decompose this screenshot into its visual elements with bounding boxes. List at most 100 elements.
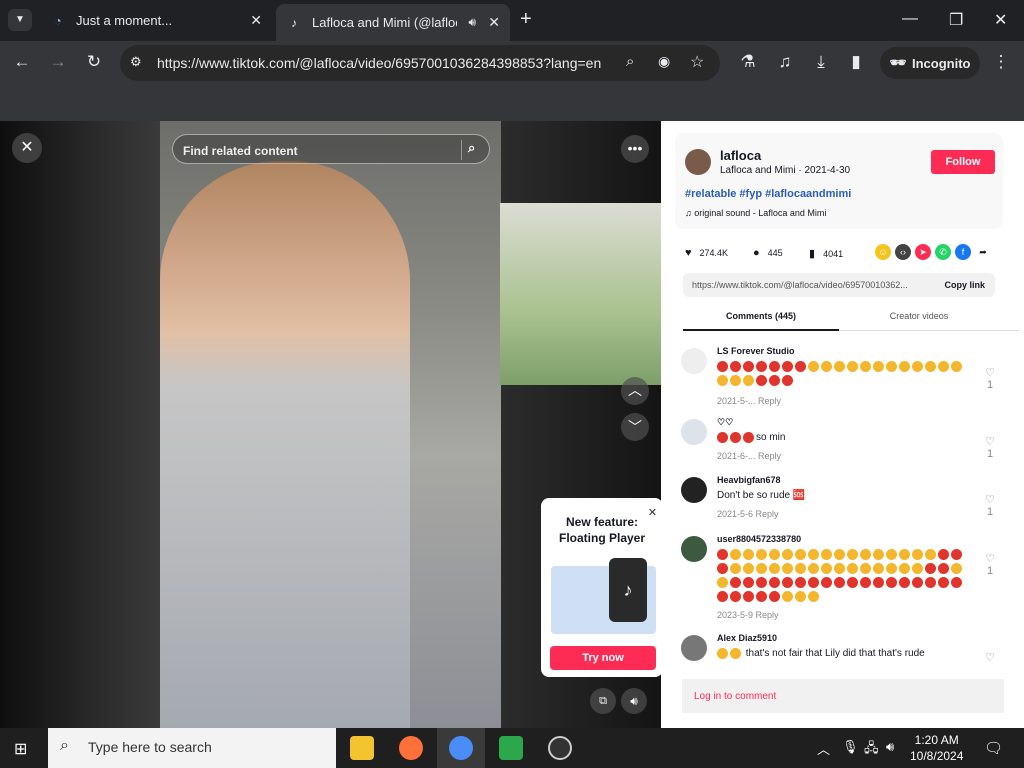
comment-like-button[interactable]: ♡ (985, 651, 995, 663)
author-card: lafloca Lafloca and Mimi · 2021-4-30 Fol… (675, 133, 1003, 229)
heart-icon: ♡ (985, 436, 995, 448)
windows-taskbar: ⊞ ⌕ Type here to search ︿ 🎙︎ 🖧 🔊︎ 1:20 A… (0, 728, 1024, 768)
tab-title: Just a moment... (76, 13, 173, 28)
comment-meta[interactable]: 2021-6-... Reply (717, 451, 781, 461)
labs-icon[interactable]: ⚗ (737, 52, 759, 72)
sound-link[interactable]: ♫ original sound - Lafloca and Mimi (685, 208, 826, 218)
post-details-panel: lafloca Lafloca and Mimi · 2021-4-30 Fol… (661, 121, 1024, 728)
close-video-button[interactable]: ✕ (12, 133, 42, 163)
copy-link-button[interactable]: Copy link (944, 280, 985, 290)
comment-meta[interactable]: 2023-5-9 Reply (717, 610, 779, 620)
system-clock[interactable]: 1:20 AM 10/8/2024 (910, 732, 963, 764)
whatsapp-icon[interactable]: ✆ (935, 244, 951, 260)
chrome-icon[interactable] (449, 736, 473, 760)
incognito-indicator[interactable]: 🕶︎ Incognito (880, 47, 980, 79)
tab-tiktok[interactable]: ♪ Lafloca and Mimi (@lafloc 🔊︎ ✕ (276, 4, 510, 41)
avatar[interactable] (681, 419, 707, 445)
reload-icon[interactable]: ↻ (83, 52, 105, 72)
avatar[interactable] (685, 149, 711, 175)
more-options-button[interactable]: ••• (621, 135, 649, 163)
avatar[interactable] (681, 477, 707, 503)
next-video-button[interactable]: ﹀ (621, 413, 649, 441)
avatar[interactable] (681, 536, 707, 562)
tab-search-button[interactable]: ▼ (8, 9, 32, 31)
video-frame[interactable] (160, 121, 661, 728)
tab-comments[interactable]: Comments (445) (683, 311, 839, 331)
taskbar-search[interactable]: ⌕ Type here to search (48, 728, 336, 768)
close-tab-icon[interactable]: ✕ (250, 12, 262, 29)
save-count: 4041 (823, 248, 844, 259)
comment-like-button[interactable]: ♡ 1 (985, 366, 995, 391)
embed-icon[interactable]: ‹› (895, 244, 911, 260)
taskbar-search-placeholder: Type here to search (88, 739, 212, 755)
follow-button[interactable]: Follow (931, 150, 995, 174)
close-tab-icon[interactable]: ✕ (488, 14, 500, 31)
video-player[interactable]: ✕ Find related content ⌕ ••• ︿ ﹀ ✕ New f… (0, 121, 661, 728)
minimize-button[interactable]: — (902, 10, 918, 28)
popup-title-line2: Floating Player (558, 531, 646, 545)
like-button[interactable]: ♥ 274.4K (685, 247, 728, 259)
avatar[interactable] (681, 348, 707, 374)
file-explorer-icon[interactable] (350, 736, 374, 760)
search-icon[interactable]: ⌕ (626, 53, 634, 70)
download-icon[interactable]: ⤓ (810, 52, 832, 72)
app-icon[interactable] (499, 736, 523, 760)
post-link[interactable]: https://www.tiktok.com/@lafloca/video/69… (692, 280, 908, 290)
save-button[interactable]: ▮ 4041 (809, 247, 843, 260)
volume-icon[interactable]: 🔊︎ (886, 739, 894, 755)
comment-user[interactable]: user8804572338780 (717, 534, 801, 544)
engagement-bar: ♥ 274.4K ● 445 ▮ 4041 ☺ ‹› ➤ ✆ f ➦ (685, 243, 1005, 263)
comment-like-count: 1 (987, 379, 994, 391)
media-icon[interactable]: ♫ (774, 52, 796, 72)
floating-player-icon[interactable]: ⧉ (590, 688, 616, 714)
comment-meta[interactable]: 2021-5-6 Reply (717, 509, 779, 519)
network-icon[interactable]: 🖧 (864, 739, 879, 761)
menu-icon[interactable]: ⋮ (990, 52, 1012, 72)
obs-icon[interactable] (548, 736, 572, 760)
send-icon[interactable]: ➤ (915, 244, 931, 260)
comment-like-button[interactable]: ♡ 1 (985, 552, 995, 577)
new-tab-button[interactable]: + (520, 8, 540, 31)
microphone-icon[interactable]: 🎙︎ (842, 739, 859, 755)
avatar[interactable] (681, 635, 707, 661)
forward-icon[interactable]: → (47, 52, 69, 72)
speaker-icon[interactable]: 🔊︎ (468, 15, 476, 30)
find-related-search[interactable]: Find related content ⌕ (172, 134, 490, 164)
tab-creator-videos[interactable]: Creator videos (839, 311, 999, 321)
tab-just-a-moment[interactable]: ◔ Just a moment... ✕ (40, 6, 272, 35)
comment-meta[interactable]: 2021-5-... Reply (717, 396, 781, 406)
comment-user[interactable]: ♡♡ (717, 417, 733, 428)
search-icon[interactable]: ⌕ (461, 140, 481, 160)
notifications-icon[interactable]: 🗨︎ (984, 739, 1003, 757)
star-icon[interactable]: ☆ (690, 52, 704, 72)
video-person (160, 161, 410, 728)
friends-share-icon[interactable]: ☺ (875, 244, 891, 260)
firefox-icon[interactable] (399, 736, 423, 760)
try-now-button[interactable]: Try now (550, 646, 656, 670)
chevron-up-icon[interactable]: ︿ (817, 739, 830, 758)
heart-icon: ♡ (985, 553, 995, 565)
comment-like-button[interactable]: ♡ 1 (985, 435, 995, 460)
login-to-comment[interactable]: Log in to comment (682, 679, 1004, 713)
hashtags[interactable]: #relatable #fyp #laflocaandmimi (685, 188, 851, 200)
url-text[interactable]: https://www.tiktok.com/@lafloca/video/69… (157, 55, 601, 71)
facebook-icon[interactable]: f (955, 244, 971, 260)
windows-start-icon[interactable]: ⊞ (14, 739, 27, 759)
previous-video-button[interactable]: ︿ (621, 377, 649, 405)
share-icon[interactable]: ➦ (975, 244, 991, 260)
back-icon[interactable]: ← (11, 52, 33, 72)
close-window-button[interactable]: ✕ (994, 10, 1007, 30)
address-bar[interactable]: ⚙ https://www.tiktok.com/@lafloca/video/… (120, 45, 720, 81)
comment-button[interactable]: ● 445 (753, 247, 783, 259)
comment-user[interactable]: LS Forever Studio (717, 346, 795, 356)
comment-like-button[interactable]: ♡ 1 (985, 493, 995, 518)
restore-button[interactable]: ❐ (949, 10, 963, 30)
comment-user[interactable]: Heavbigfan678 (717, 475, 781, 485)
site-settings-icon[interactable]: ⚙ (130, 54, 142, 70)
volume-icon[interactable]: 🔊︎ (621, 688, 647, 714)
panel-tabs: Comments (445) Creator videos (683, 307, 1019, 331)
eye-off-icon[interactable]: ◉ (658, 53, 670, 70)
comment-user[interactable]: Alex Diaz5910 (717, 633, 777, 643)
username[interactable]: lafloca (720, 148, 761, 163)
side-panel-icon[interactable]: ▮ (845, 52, 867, 72)
